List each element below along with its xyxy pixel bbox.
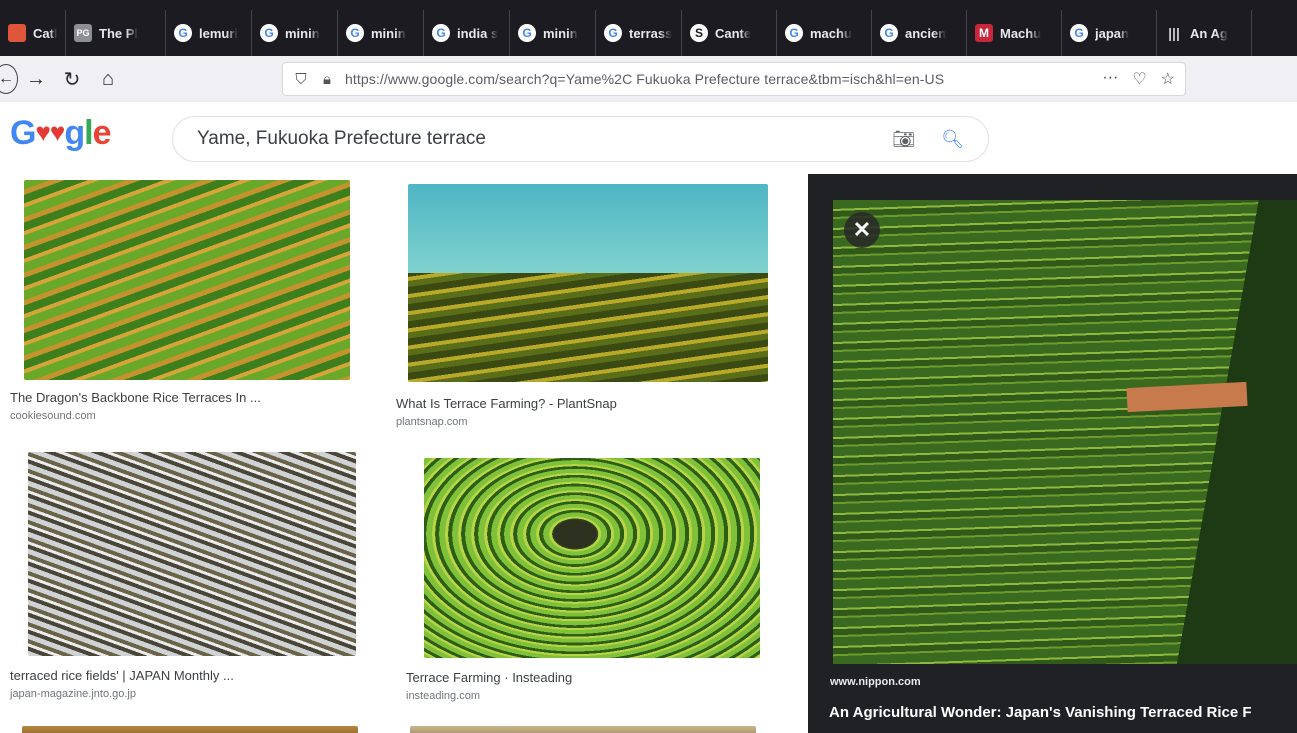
result-title-2[interactable]: What Is Terrace Farming? - PlantSnap (396, 396, 617, 411)
google-icon: G (346, 24, 364, 42)
google-icon: G (1070, 24, 1088, 42)
tab-label: japan (1095, 25, 1129, 41)
tab-label: ancien (905, 25, 947, 41)
result-thumbnail-6[interactable] (410, 726, 756, 733)
google-icon: G (432, 24, 450, 42)
result-thumbnail-3[interactable] (28, 452, 356, 656)
reload-icon: ↻ (63, 68, 81, 91)
arrow-left-icon: ← (0, 70, 14, 87)
tab-strip: CatholPGThe PlGlemuriGmininGmininGindia … (0, 0, 1297, 56)
tab-label: minin (543, 25, 578, 41)
preview-title-link[interactable]: An Agricultural Wonder: Japan's Vanishin… (829, 704, 1297, 721)
back-button[interactable]: ← (0, 64, 18, 94)
search-box[interactable]: Yame, Fukuoka Prefecture terrace 📷︎ 🔍︎ (172, 116, 989, 162)
result-thumbnail-1[interactable] (24, 180, 350, 380)
tab-10[interactable]: Gmachu (777, 10, 872, 56)
tab-11[interactable]: Gancien (872, 10, 967, 56)
close-preview-button[interactable]: ✕ (844, 212, 880, 248)
tab-list: CatholPGThe PlGlemuriGmininGmininGindia … (0, 10, 1252, 56)
m-favicon-icon: M (975, 24, 993, 42)
camera-icon[interactable]: 📷︎ (892, 129, 915, 150)
tab-label: terrass (629, 25, 673, 41)
search-icon[interactable]: 🔍︎ (941, 129, 964, 150)
result-title-4[interactable]: Terrace Farming · Insteading (406, 670, 572, 685)
arrow-right-icon: → (26, 67, 46, 90)
result-source-3[interactable]: japan-magazine.jnto.go.jp (10, 688, 136, 700)
tab-3[interactable]: Glemuri (166, 10, 252, 56)
lock-icon[interactable]: 🔒︎ (319, 71, 335, 88)
tab-14[interactable]: ||| An Ag (1157, 10, 1252, 56)
google-doodle-logo[interactable]: G♥♥gle (10, 114, 111, 153)
preview-image[interactable] (833, 200, 1297, 664)
pocket-icon[interactable]: ♡ (1132, 69, 1146, 89)
tab-label: Cathol (33, 25, 57, 41)
address-bar[interactable]: ⛉ 🔒︎ https://www.google.com/search?q=Yam… (282, 62, 1186, 96)
image-results-grid: The Dragon's Backbone Rice Terraces In .… (0, 174, 808, 733)
result-source-2[interactable]: plantsnap.com (396, 416, 468, 428)
tab-label: lemuri (199, 25, 239, 41)
result-thumbnail-5[interactable] (22, 726, 358, 733)
url-text[interactable]: https://www.google.com/search?q=Yame%2C … (345, 71, 1094, 87)
tab-8[interactable]: Gterrass (596, 10, 682, 56)
image-preview-panel: ✕ www.nippon.com An Agricultural Wonder:… (808, 174, 1297, 733)
bars-icon: ||| (1168, 25, 1180, 41)
tab-9[interactable]: S Cante (682, 10, 777, 56)
google-icon: G (785, 24, 803, 42)
tab-label: minin (285, 25, 320, 41)
tab-5[interactable]: Gminin (338, 10, 424, 56)
page-actions-button[interactable]: ··· (1102, 69, 1118, 89)
tab-label: machu (810, 25, 852, 41)
google-icon: G (174, 24, 192, 42)
tab-label: An Ag (1190, 25, 1228, 41)
tab-6[interactable]: Gindia s (424, 10, 510, 56)
tab-12[interactable]: M Machu (967, 10, 1062, 56)
result-thumbnail-4[interactable] (424, 458, 760, 658)
tab-1[interactable]: Cathol (0, 10, 66, 56)
home-button[interactable]: ⌂ (90, 61, 126, 97)
result-title-3[interactable]: terraced rice fields' | JAPAN Monthly ..… (10, 668, 234, 683)
s-favicon-icon: S (690, 24, 708, 42)
tab-7[interactable]: Gminin (510, 10, 596, 56)
result-source-1[interactable]: cookiesound.com (10, 410, 96, 422)
result-title-1[interactable]: The Dragon's Backbone Rice Terraces In .… (10, 390, 261, 405)
preview-source-link[interactable]: www.nippon.com (830, 676, 921, 688)
tab-2[interactable]: PG The Pl (66, 10, 166, 56)
pg-favicon-icon: PG (74, 24, 92, 42)
navigation-toolbar: ← → ↻ ⌂ ⛉ 🔒︎ https://www.google.com/sear… (0, 56, 1297, 102)
tab-label: minin (371, 25, 406, 41)
tab-4[interactable]: Gminin (252, 10, 338, 56)
google-icon: G (604, 24, 622, 42)
cathol-favicon-icon (8, 24, 26, 42)
tab-label: Machu (1000, 25, 1042, 41)
tab-label: Cante (715, 25, 752, 41)
tab-label: The Pl (99, 25, 139, 41)
tab-13[interactable]: Gjapan (1062, 10, 1157, 56)
shield-icon[interactable]: ⛉ (293, 71, 309, 88)
forward-button[interactable]: → (18, 61, 54, 97)
google-icon: G (518, 24, 536, 42)
home-icon: ⌂ (101, 67, 115, 90)
search-input[interactable]: Yame, Fukuoka Prefecture terrace (197, 128, 892, 150)
bookmark-star-icon[interactable]: ☆ (1161, 69, 1175, 89)
result-source-4[interactable]: insteading.com (406, 690, 480, 702)
result-thumbnail-2[interactable] (408, 184, 768, 382)
reload-button[interactable]: ↻ (54, 61, 90, 97)
google-header: G♥♥gle Yame, Fukuoka Prefecture terrace … (0, 102, 1297, 174)
tab-label: india s (457, 25, 499, 41)
google-icon: G (260, 24, 278, 42)
close-icon: ✕ (852, 217, 872, 242)
google-icon: G (880, 24, 898, 42)
